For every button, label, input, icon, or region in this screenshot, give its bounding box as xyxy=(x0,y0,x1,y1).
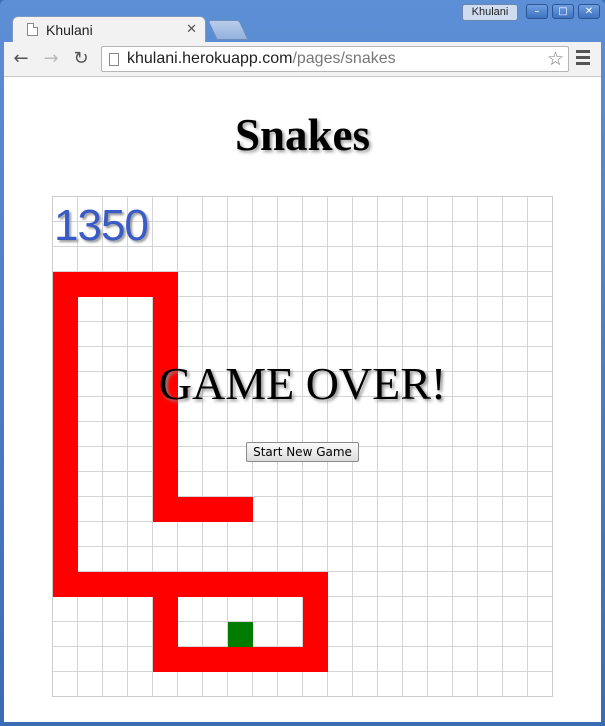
snake-segment xyxy=(53,547,78,572)
title-bar: Khulani ✕ Khulani – □ ✕ xyxy=(0,0,605,42)
url-path: /pages/snakes xyxy=(292,50,396,67)
snake-segment xyxy=(153,472,178,497)
snake-segment xyxy=(53,522,78,547)
snake-segment xyxy=(253,572,278,597)
address-bar[interactable]: khulani.herokuapp.com/pages/snakes ☆ xyxy=(101,46,569,72)
tab-title: Khulani xyxy=(46,21,93,38)
snake-segment xyxy=(53,297,78,322)
page-title: Snakes xyxy=(234,110,371,160)
snake-segment xyxy=(153,572,178,597)
page-icon xyxy=(27,23,38,36)
snake-segment xyxy=(303,572,328,597)
reload-icon[interactable]: ↻ xyxy=(70,48,92,70)
snake-segment xyxy=(53,447,78,472)
snake-segment xyxy=(128,572,153,597)
forward-icon[interactable]: → xyxy=(40,48,62,70)
snake-segment xyxy=(278,572,303,597)
snake-segment xyxy=(303,597,328,622)
browser-window: Khulani ✕ Khulani – □ ✕ ← → ↻ khulani.he… xyxy=(0,0,605,726)
snake-segment xyxy=(78,572,103,597)
snake-segment xyxy=(103,272,128,297)
maximize-button[interactable]: □ xyxy=(552,4,574,19)
snake-segment xyxy=(53,272,78,297)
snake-segment xyxy=(78,272,103,297)
game-over-message: GAME OVER! xyxy=(158,358,447,409)
snake-segment xyxy=(203,572,228,597)
snake-segment xyxy=(278,647,303,672)
snake-segment xyxy=(53,322,78,347)
snake-segment xyxy=(53,472,78,497)
browser-tab[interactable]: Khulani ✕ xyxy=(12,16,206,42)
menu-icon[interactable] xyxy=(576,50,590,68)
close-window-button[interactable]: ✕ xyxy=(578,4,600,19)
snake-segment xyxy=(178,647,203,672)
page-content: Snakes 1350 GAME OVER! Start New Game xyxy=(4,77,601,722)
snake-segment xyxy=(153,322,178,347)
food-cell xyxy=(228,622,253,647)
start-new-game-button[interactable]: Start New Game xyxy=(246,442,359,462)
snake-segment xyxy=(153,622,178,647)
snake-segment xyxy=(203,647,228,672)
snake-segment xyxy=(228,572,253,597)
snake-segment xyxy=(228,647,253,672)
snake-segment xyxy=(53,497,78,522)
snake-segment xyxy=(153,422,178,447)
snake-segment xyxy=(103,572,128,597)
browser-toolbar: ← → ↻ khulani.herokuapp.com/pages/snakes… xyxy=(4,42,601,77)
bookmark-star-icon[interactable]: ☆ xyxy=(547,48,564,70)
snake-segment xyxy=(153,272,178,297)
snake-segment xyxy=(303,622,328,647)
url-host: khulani.herokuapp.com xyxy=(127,50,293,67)
new-tab-button[interactable] xyxy=(207,20,249,40)
game-board[interactable]: 1350 GAME OVER! Start New Game xyxy=(52,196,553,697)
snake-segment xyxy=(178,497,203,522)
snake-segment xyxy=(153,497,178,522)
snake-segment xyxy=(53,572,78,597)
snake-segment xyxy=(153,647,178,672)
url-text: khulani.herokuapp.com/pages/snakes xyxy=(127,50,547,68)
snake-segment xyxy=(303,647,328,672)
snake-segment xyxy=(153,297,178,322)
score-display: 1350 xyxy=(54,201,149,250)
minimize-button[interactable]: – xyxy=(526,4,548,19)
snake-segment xyxy=(228,497,253,522)
profile-button[interactable]: Khulani xyxy=(462,4,518,21)
back-icon[interactable]: ← xyxy=(10,48,32,70)
snake-segment xyxy=(53,422,78,447)
page-icon xyxy=(109,52,119,66)
close-tab-icon[interactable]: ✕ xyxy=(186,22,197,37)
snake-segment xyxy=(153,597,178,622)
snake-segment xyxy=(128,272,153,297)
snake-segment xyxy=(203,497,228,522)
snake-segment xyxy=(153,447,178,472)
snake-segment xyxy=(178,572,203,597)
snake-segment xyxy=(253,647,278,672)
